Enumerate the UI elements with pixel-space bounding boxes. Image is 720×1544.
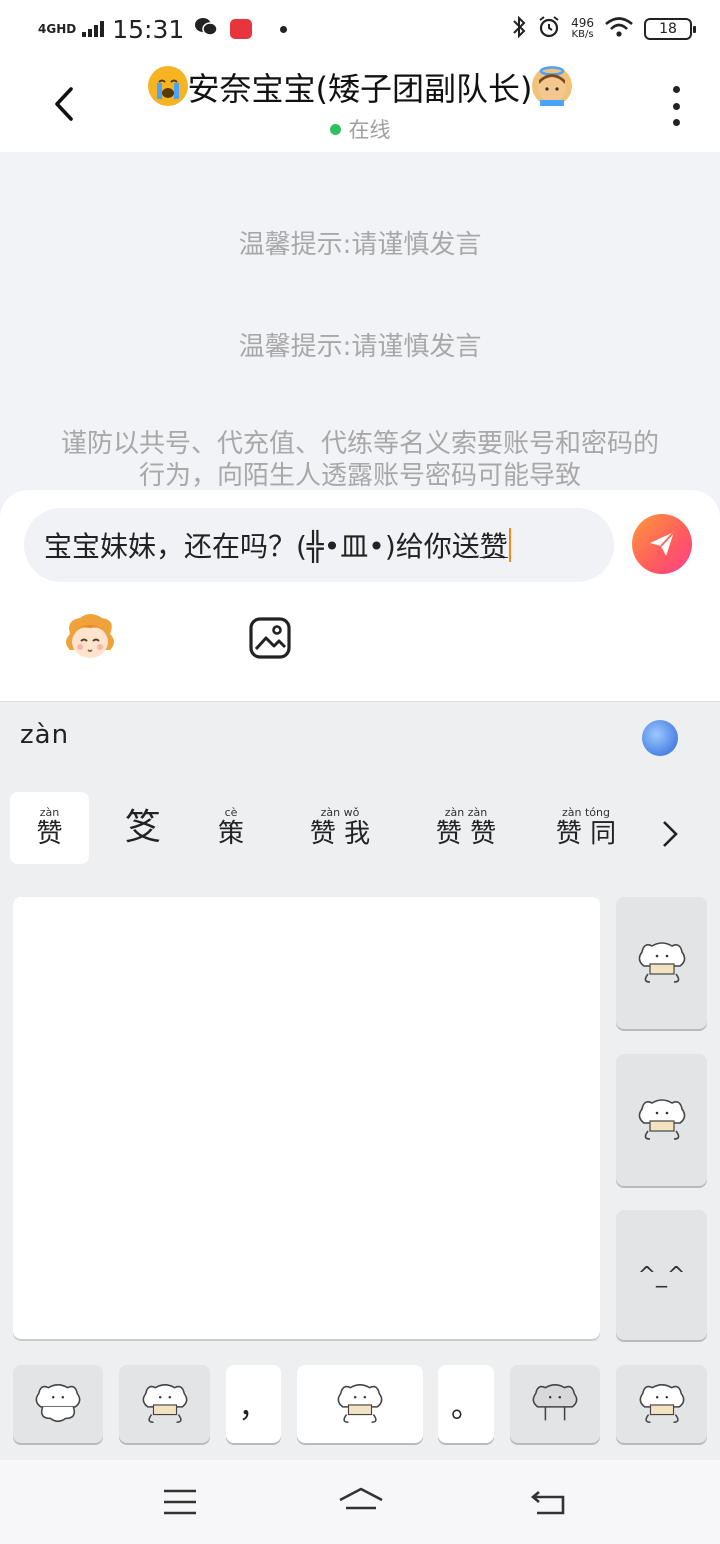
sticker-key[interactable] <box>297 1365 423 1443</box>
chat-area[interactable]: 温馨提示:请谨慎发言 温馨提示:请谨慎发言 谨防以共号、代充值、代练等名义索要账… <box>0 152 720 492</box>
cat-sticker-icon <box>337 1384 383 1424</box>
paper-plane-icon <box>650 531 675 556</box>
cat-sticker-icon <box>638 1099 685 1140</box>
cat-sticker-icon <box>639 1384 684 1424</box>
more-notifications-dot <box>280 25 288 33</box>
face-emoticon-text: ^_^ <box>637 1262 686 1288</box>
online-dot-icon <box>329 124 341 135</box>
return-button[interactable] <box>528 1482 568 1522</box>
contact-name: 安奈宝宝(矮子团副队长) <box>0 64 720 110</box>
chevron-right-icon <box>663 821 678 847</box>
comma-key[interactable]: ， <box>226 1365 281 1443</box>
sticker-key[interactable] <box>616 897 707 1029</box>
composing-text: 赞 <box>479 530 508 563</box>
period-key[interactable]: 。 <box>438 1365 494 1443</box>
security-warning: 谨防以共号、代充值、代练等名义索要账号和密码的行为，向陌生人透露账号密码可能导致 <box>60 429 659 491</box>
period-key-label: 。 <box>451 1390 481 1425</box>
sticker-key[interactable] <box>616 1054 707 1186</box>
menu-icon <box>164 1489 196 1515</box>
system-nav-bar <box>0 1460 720 1544</box>
battery-level: 18 <box>659 21 677 37</box>
menu-button[interactable] <box>160 1482 200 1522</box>
return-icon <box>530 1491 565 1515</box>
status-time: 15:31 <box>112 14 185 44</box>
bluetooth-icon <box>511 15 527 43</box>
candidate-item[interactable]: 笅 <box>108 792 178 864</box>
candidate-item[interactable]: zàn zàn 赞 赞 <box>416 792 516 864</box>
pinyin-text: zàn <box>20 720 70 750</box>
status-bar: 4GHD 15:31 496 KB/s 18 <box>0 0 720 58</box>
system-notice: 温馨提示:请谨慎发言 <box>238 230 482 260</box>
angel-emoji-icon <box>532 66 573 106</box>
online-status-text: 在线 <box>348 118 391 142</box>
candidate-item[interactable]: cè 策 <box>196 792 266 864</box>
sticker-key[interactable] <box>119 1365 210 1443</box>
face-emoticon-key[interactable]: ^_^ <box>616 1210 707 1340</box>
online-status: 在线 <box>0 114 720 144</box>
text-caret <box>508 528 511 562</box>
sticker-key[interactable] <box>616 1365 707 1443</box>
alarm-icon <box>537 15 561 43</box>
contact-name-text: 安奈宝宝(矮子团副队长) <box>187 70 533 108</box>
image-button[interactable] <box>248 616 292 660</box>
ime-logo-icon[interactable] <box>642 720 678 756</box>
cat-sticker-icon <box>532 1384 578 1421</box>
ime-keyboard: zàn zàn 赞 笅 cè 策 zàn wǒ 赞 我 zàn zàn 赞 赞 … <box>0 702 720 1460</box>
cat-sticker-icon <box>638 942 685 983</box>
candidate-item[interactable]: zàn 赞 <box>10 792 89 864</box>
network-type: 4GHD <box>38 21 77 36</box>
comma-key-label: ， <box>238 1390 269 1425</box>
send-button[interactable] <box>632 514 692 574</box>
input-panel: 宝宝妹妹，还在吗？(╬•皿•)给你送赞 <box>0 490 720 702</box>
battery-icon: 18 <box>644 18 696 40</box>
anime-face-icon <box>66 614 114 658</box>
sticker-key[interactable] <box>510 1365 600 1443</box>
image-icon <box>249 617 291 659</box>
cat-sticker-icon <box>142 1384 187 1424</box>
home-button[interactable] <box>336 1482 386 1522</box>
wifi-icon <box>604 16 634 42</box>
expand-candidates-button[interactable] <box>650 814 690 854</box>
pinyin-composition: zàn <box>0 702 720 784</box>
sticker-preview-panel[interactable] <box>13 897 600 1339</box>
sticker-key[interactable] <box>13 1365 103 1443</box>
emoji-button[interactable] <box>60 612 120 664</box>
crying-emoji-icon <box>147 66 188 106</box>
app-notification-icon <box>230 19 253 39</box>
message-text: 宝宝妹妹，还在吗？(╬•皿•)给你送 <box>44 530 480 563</box>
home-icon <box>339 1487 383 1510</box>
signal-icon <box>82 21 105 37</box>
chat-header: 安奈宝宝(矮子团副队长) 在线 <box>0 58 720 152</box>
wechat-icon <box>194 17 218 42</box>
system-notice: 温馨提示:请谨慎发言 <box>238 332 482 362</box>
more-dots-icon <box>672 86 680 93</box>
more-options-button[interactable] <box>664 86 688 126</box>
message-input[interactable]: 宝宝妹妹，还在吗？(╬•皿•)给你送赞 <box>24 508 614 582</box>
candidate-bar: zàn 赞 笅 cè 策 zàn wǒ 赞 我 zàn zàn 赞 赞 zàn … <box>0 784 720 880</box>
candidate-item[interactable]: zàn tóng 赞 同 <box>546 792 626 864</box>
network-speed: 496 KB/s <box>571 16 594 40</box>
candidate-item[interactable]: zàn wǒ 赞 我 <box>290 792 390 864</box>
cat-sticker-icon <box>35 1384 81 1423</box>
